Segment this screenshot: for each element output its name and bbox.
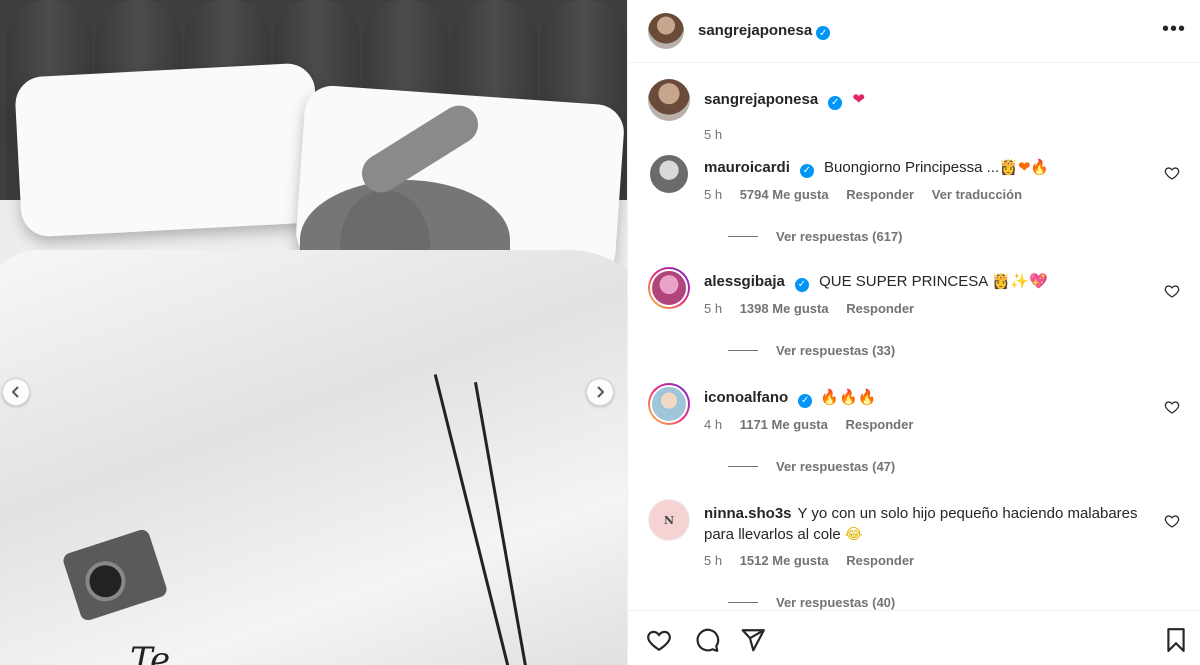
comment-meta: 5 h 1512 Me gusta Responder: [704, 553, 928, 568]
view-replies-label: Ver respuestas (40): [776, 595, 896, 610]
view-replies-button[interactable]: Ver respuestas (40): [728, 595, 895, 610]
comment-icon[interactable]: [694, 627, 720, 653]
view-replies-button[interactable]: Ver respuestas (33): [728, 343, 895, 358]
view-replies-label: Ver respuestas (47): [776, 459, 896, 474]
caption-body: sangrejaponesa ✓ ❤: [704, 89, 1164, 110]
comment-avatar[interactable]: [648, 383, 690, 425]
verified-badge-icon: ✓: [816, 26, 831, 41]
view-replies-button[interactable]: Ver respuestas (47): [728, 459, 895, 474]
replies-line: [728, 236, 758, 237]
comment-body: alessgibaja ✓ QUE SUPER PRINCESA 👸✨💖: [704, 271, 1164, 292]
pillow-left: [14, 62, 322, 238]
comment-time: 5 h: [704, 187, 723, 202]
chevron-right-icon: [597, 386, 605, 398]
comment-likes[interactable]: 1171 Me gusta: [740, 417, 828, 432]
comment-emoji: 👸❤🔥: [999, 158, 1050, 176]
comment-text: QUE SUPER PRINCESA: [819, 273, 988, 290]
sheet-handwriting: Te: [130, 640, 171, 665]
comment-meta: 5 h 5794 Me gusta Responder Ver traducci…: [704, 187, 1036, 202]
view-replies-label: Ver respuestas (33): [776, 343, 896, 358]
comment-likes[interactable]: 1512 Me gusta: [740, 553, 829, 568]
comments-list[interactable]: sangrejaponesa ✓ ❤ 5 h mauroicardi ✓ Buong…: [628, 63, 1200, 610]
post-header: sangrejaponesa ✓ •••: [628, 0, 1200, 63]
verified-badge-icon: ✓: [799, 163, 814, 178]
comment-body: mauroicardi ✓ Buongiorno Principessa ...👸…: [704, 157, 1164, 178]
carousel-next-button[interactable]: [586, 378, 614, 406]
comment-time: 4 h: [704, 417, 723, 432]
comment-avatar[interactable]: [648, 267, 690, 309]
like-comment-heart-icon[interactable]: [1164, 283, 1180, 299]
comment-emoji: 🔥🔥🔥: [820, 388, 877, 406]
caption-meta: 5 h: [704, 127, 736, 142]
caption-time: 5 h: [704, 127, 723, 142]
comment-meta: 4 h 1171 Me gusta Responder: [704, 417, 927, 432]
comment-meta: 5 h 1398 Me gusta Responder: [704, 301, 928, 316]
reply-button[interactable]: Responder: [846, 301, 914, 316]
caption-text: ❤: [852, 90, 865, 108]
like-comment-heart-icon[interactable]: [1164, 399, 1180, 415]
comment-time: 5 h: [704, 553, 723, 568]
verified-badge-icon: ✓: [828, 95, 843, 110]
bookmark-icon[interactable]: [1163, 627, 1189, 653]
comment-time: 5 h: [704, 301, 723, 316]
comment-username[interactable]: iconoalfano: [704, 389, 788, 406]
author-username-wrap: sangrejaponesa ✓: [698, 22, 831, 41]
author-username[interactable]: sangrejaponesa: [698, 22, 812, 39]
comment-likes[interactable]: 5794 Me gusta: [740, 187, 829, 202]
carousel-prev-button[interactable]: [2, 378, 30, 406]
comment-text: Buongiorno Principessa ...: [824, 159, 1000, 176]
post-photo[interactable]: Te: [0, 0, 627, 665]
reply-button[interactable]: Responder: [846, 553, 914, 568]
chevron-left-icon: [11, 386, 19, 398]
comment-username[interactable]: ninna.sho3s: [704, 505, 792, 522]
comment-body: ninna.sho3s Y yo con un solo hijo pequeño…: [704, 503, 1164, 545]
caption-username[interactable]: sangrejaponesa: [704, 91, 818, 108]
verified-badge-icon: ✓: [798, 393, 813, 408]
comment-username[interactable]: alessgibaja: [704, 273, 785, 290]
comment-avatar[interactable]: [648, 153, 690, 195]
post-actions-bar: [628, 610, 1200, 665]
translate-button[interactable]: Ver traducción: [932, 187, 1022, 202]
more-options-icon[interactable]: •••: [1162, 18, 1186, 41]
caption-avatar[interactable]: [648, 79, 690, 121]
view-replies-label: Ver respuestas (617): [776, 229, 903, 244]
replies-line: [728, 350, 758, 351]
post-side-panel: sangrejaponesa ✓ ••• sangrejaponesa ✓ ❤ 5 …: [627, 0, 1200, 665]
reply-button[interactable]: Responder: [846, 187, 914, 202]
reply-button[interactable]: Responder: [845, 417, 913, 432]
author-avatar[interactable]: [648, 13, 684, 49]
comment-emoji: 👸✨💖: [991, 272, 1048, 290]
like-comment-heart-icon[interactable]: [1164, 513, 1180, 529]
replies-line: [728, 602, 758, 603]
like-comment-heart-icon[interactable]: [1164, 165, 1180, 181]
replies-line: [728, 466, 758, 467]
comment-likes[interactable]: 1398 Me gusta: [740, 301, 829, 316]
heart-icon[interactable]: [646, 627, 672, 653]
comment-body: iconoalfano ✓ 🔥🔥🔥: [704, 387, 1164, 408]
verified-badge-icon: ✓: [794, 277, 809, 292]
send-icon[interactable]: [740, 627, 766, 653]
comment-username[interactable]: mauroicardi: [704, 159, 790, 176]
comment-emoji: 😂: [844, 525, 863, 543]
view-replies-button[interactable]: Ver respuestas (617): [728, 229, 902, 244]
comment-avatar[interactable]: N: [648, 499, 690, 541]
